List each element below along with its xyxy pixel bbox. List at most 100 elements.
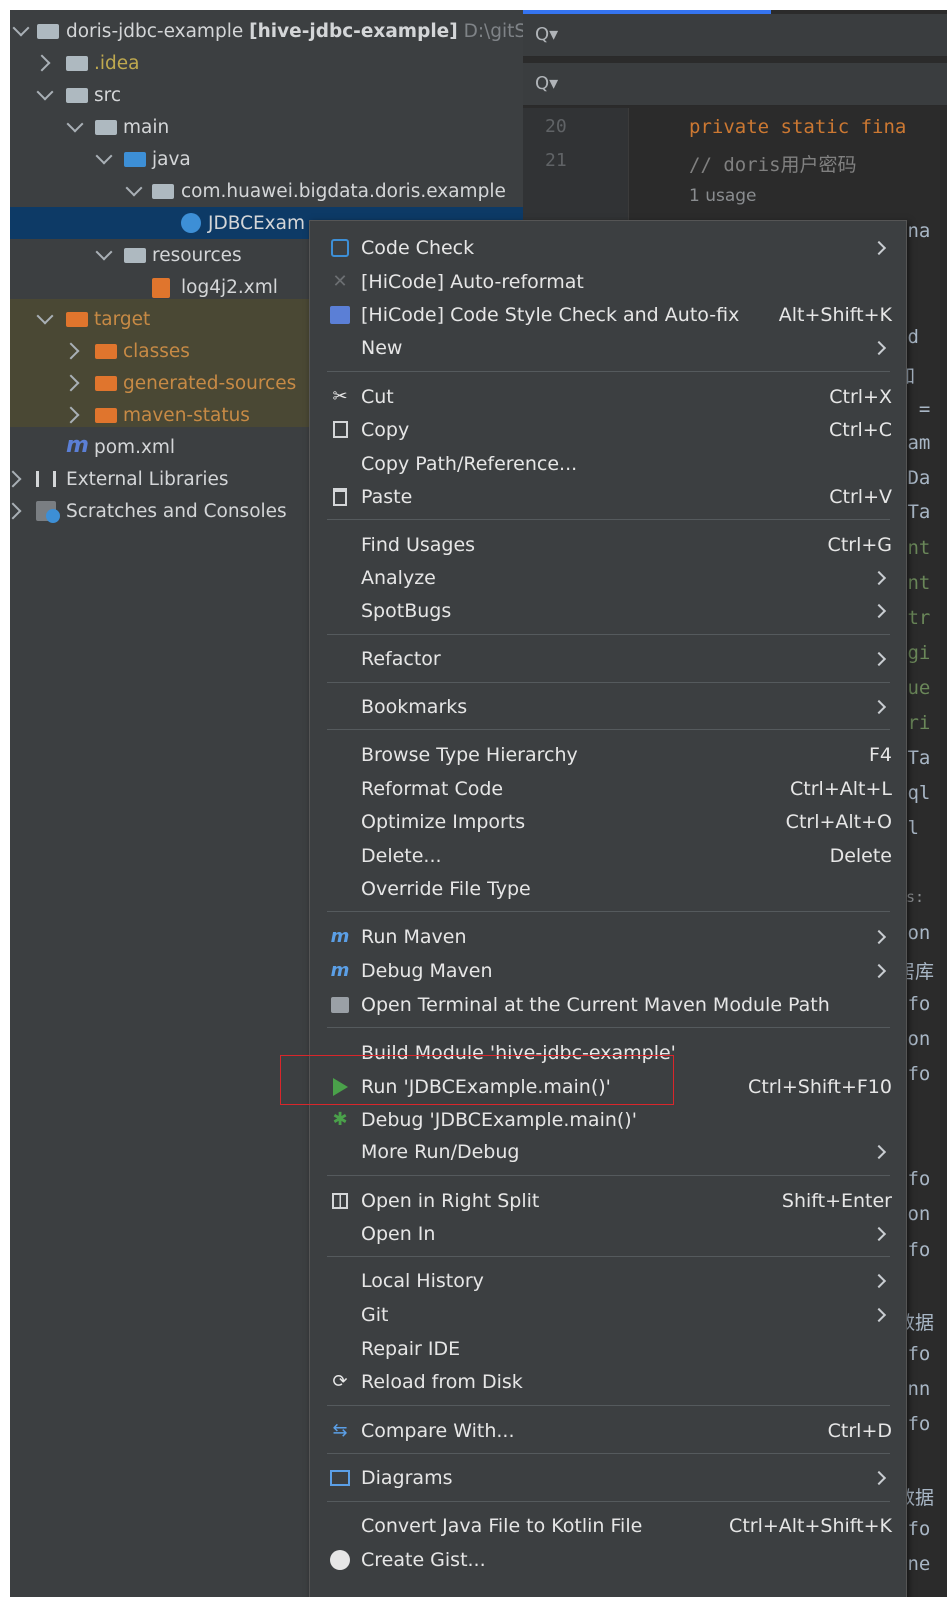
chevron-right-icon[interactable] xyxy=(62,406,80,424)
menu-item-reload-from-disk[interactable]: ⟳ Reload from Disk xyxy=(310,1365,906,1398)
submenu-arrow-icon xyxy=(871,1307,887,1322)
folder-icon xyxy=(66,88,88,103)
menu-item-override-file-type[interactable]: Override File Type xyxy=(310,872,906,905)
menu-item-debug-maven[interactable]: m Debug Maven xyxy=(310,954,906,987)
menu-item-bookmarks[interactable]: Bookmarks xyxy=(310,690,906,723)
menu-item-debug-main[interactable]: ✱ Debug 'JDBCExample.main()' xyxy=(310,1103,906,1136)
tree-item-package[interactable]: com.huawei.bigdata.doris.example xyxy=(10,175,523,207)
menu-item-label: Reformat Code xyxy=(361,777,504,800)
tree-item-java[interactable]: java xyxy=(10,143,523,175)
menu-item-shortcut: Ctrl+X xyxy=(829,385,892,408)
chevron-right-icon[interactable] xyxy=(10,502,22,520)
chevron-down-icon[interactable] xyxy=(95,147,113,165)
tree-item-idea[interactable]: .idea xyxy=(10,47,523,79)
submenu-arrow-icon xyxy=(871,651,887,666)
chevron-right-icon[interactable] xyxy=(33,54,51,72)
menu-item-open-in[interactable]: Open In xyxy=(310,1217,906,1250)
xml-file-icon xyxy=(152,278,170,298)
menu-item-code-check[interactable]: Code Check xyxy=(310,231,906,264)
search-bar[interactable]: Q▾ xyxy=(523,14,947,57)
menu-item-repair-ide[interactable]: Repair IDE xyxy=(310,1332,906,1365)
menu-item-paste[interactable]: Paste Ctrl+V xyxy=(310,480,906,513)
copy-icon xyxy=(329,419,351,441)
hicode-reformat-icon: ✕ xyxy=(332,271,348,292)
menu-item-cut[interactable]: ✂ Cut Ctrl+X xyxy=(310,380,906,413)
maven-terminal-icon xyxy=(329,994,351,1016)
tree-root[interactable]: doris-jdbc-example [hive-jdbc-example] D… xyxy=(10,15,523,47)
chevron-right-icon[interactable] xyxy=(62,374,80,392)
tree-item-label: pom.xml xyxy=(94,436,176,458)
menu-item-refactor[interactable]: Refactor xyxy=(310,642,906,675)
chevron-down-icon[interactable] xyxy=(66,115,84,133)
menu-item-local-history[interactable]: Local History xyxy=(310,1264,906,1297)
replace-bar[interactable]: Q▾ xyxy=(523,63,947,106)
menu-item-label: [HiCode] Auto-reformat xyxy=(361,270,584,293)
menu-item-optimize-imports[interactable]: Optimize Imports Ctrl+Alt+O xyxy=(310,805,906,838)
menu-item-spotbugs[interactable]: SpotBugs xyxy=(310,594,906,627)
code-check-icon xyxy=(329,237,351,259)
menu-item-diagrams[interactable]: Diagrams xyxy=(310,1461,906,1494)
menu-item-analyze[interactable]: Analyze xyxy=(310,561,906,594)
menu-item-label: New xyxy=(361,336,403,359)
submenu-arrow-icon xyxy=(871,603,887,618)
submenu-arrow-icon xyxy=(871,1273,887,1288)
menu-item-run-maven[interactable]: m Run Maven xyxy=(310,920,906,953)
menu-item-copy-path[interactable]: Copy Path/Reference... xyxy=(310,447,906,480)
menu-item-open-right-split[interactable]: Open in Right Split Shift+Enter xyxy=(310,1184,906,1217)
menu-item-label: Refactor xyxy=(361,647,441,670)
menu-item-compare-with[interactable]: ⇆ Compare With... Ctrl+D xyxy=(310,1414,906,1447)
tree-item-label: .idea xyxy=(94,52,140,74)
menu-item-convert-to-kotlin[interactable]: Convert Java File to Kotlin File Ctrl+Al… xyxy=(310,1509,906,1542)
menu-item-hicode-auto-reformat[interactable]: ✕ [HiCode] Auto-reformat xyxy=(310,265,906,298)
submenu-arrow-icon xyxy=(871,1144,887,1159)
context-menu: Code Check ✕ [HiCode] Auto-reformat [HiC… xyxy=(309,220,907,1597)
tree-root-label: doris-jdbc-example [hive-jdbc-example] D… xyxy=(66,20,523,42)
menu-separator xyxy=(327,634,890,635)
menu-separator xyxy=(327,371,890,372)
github-icon xyxy=(329,1549,351,1571)
menu-item-label: SpotBugs xyxy=(361,599,452,622)
menu-item-browse-type-hierarchy[interactable]: Browse Type Hierarchy F4 xyxy=(310,738,906,771)
code-line[interactable]: // doris用户密码 xyxy=(689,150,857,177)
menu-item-label: Reload from Disk xyxy=(361,1370,523,1393)
chevron-down-icon[interactable] xyxy=(36,83,54,101)
search-icon[interactable]: Q▾ xyxy=(535,73,558,94)
code-line[interactable]: private static fina xyxy=(689,116,906,138)
menu-item-shortcut: Ctrl+Shift+F10 xyxy=(748,1075,892,1098)
menu-item-new[interactable]: New xyxy=(310,331,906,364)
menu-item-git[interactable]: Git xyxy=(310,1298,906,1331)
tree-item-label: src xyxy=(94,84,122,106)
excluded-folder-icon xyxy=(95,376,117,391)
menu-item-delete[interactable]: Delete... Delete xyxy=(310,839,906,872)
menu-item-hicode-style-check[interactable]: [HiCode] Code Style Check and Auto-fix A… xyxy=(310,298,906,331)
menu-item-label: Delete... xyxy=(361,844,442,867)
chevron-down-icon[interactable] xyxy=(12,19,30,37)
tree-item-src[interactable]: src xyxy=(10,79,523,111)
menu-item-label: Bookmarks xyxy=(361,695,468,718)
tree-item-label: main xyxy=(123,116,170,138)
menu-item-create-gist[interactable]: Create Gist... xyxy=(310,1543,906,1576)
tree-item-label: log4j2.xml xyxy=(181,276,278,298)
chevron-right-icon[interactable] xyxy=(10,470,22,488)
menu-item-label: Debug 'JDBCExample.main()' xyxy=(361,1108,637,1131)
menu-item-reformat-code[interactable]: Reformat Code Ctrl+Alt+L xyxy=(310,772,906,805)
tree-item-main[interactable]: main xyxy=(10,111,523,143)
search-icon[interactable]: Q▾ xyxy=(535,24,558,45)
clock-icon xyxy=(46,509,60,523)
chevron-down-icon[interactable] xyxy=(95,243,113,261)
chevron-down-icon[interactable] xyxy=(36,307,54,325)
menu-item-shortcut: Ctrl+C xyxy=(829,418,892,441)
usage-hint[interactable]: 1 usage xyxy=(689,186,757,206)
chevron-down-icon[interactable] xyxy=(125,179,143,197)
menu-item-more-run-debug[interactable]: More Run/Debug xyxy=(310,1135,906,1168)
menu-item-shortcut: Ctrl+G xyxy=(827,533,892,556)
chevron-right-icon[interactable] xyxy=(62,342,80,360)
submenu-arrow-icon xyxy=(871,963,887,978)
ide-window: doris-jdbc-example [hive-jdbc-example] D… xyxy=(10,10,947,1597)
menu-item-open-terminal-maven[interactable]: Open Terminal at the Current Maven Modul… xyxy=(310,988,906,1021)
menu-item-label: Diagrams xyxy=(361,1466,453,1489)
menu-item-find-usages[interactable]: Find Usages Ctrl+G xyxy=(310,528,906,561)
menu-item-shortcut: Ctrl+D xyxy=(827,1419,892,1442)
menu-item-copy[interactable]: Copy Ctrl+C xyxy=(310,413,906,446)
tree-item-label: com.huawei.bigdata.doris.example xyxy=(181,180,506,202)
